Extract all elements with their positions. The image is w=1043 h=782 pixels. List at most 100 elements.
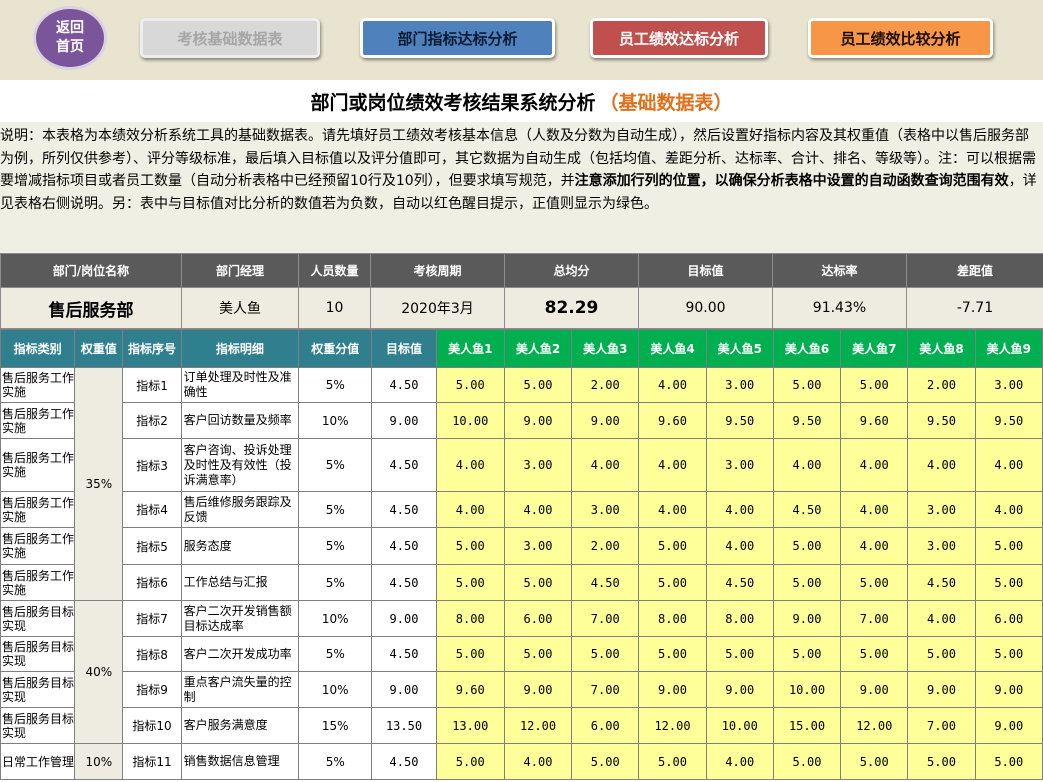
weight-score-cell[interactable]: 5% <box>298 636 373 672</box>
score-cell[interactable]: 4.00 <box>840 491 909 528</box>
score-cell[interactable]: 4.00 <box>974 438 1043 492</box>
target-value-cell[interactable]: 13.50 <box>371 707 437 744</box>
score-cell[interactable]: 4.00 <box>772 438 842 492</box>
category-cell[interactable]: 售后服务工作实施 <box>0 527 76 565</box>
period-cell[interactable]: 2020年3月 <box>370 287 505 329</box>
score-cell[interactable]: 6.00 <box>974 600 1043 637</box>
target-value-cell[interactable]: 9.00 <box>371 600 437 637</box>
weight-score-cell[interactable]: 10% <box>298 402 373 439</box>
score-cell[interactable]: 13.00 <box>435 707 505 744</box>
score-cell[interactable]: 5.00 <box>571 636 640 672</box>
score-cell[interactable]: 5.00 <box>840 564 909 601</box>
target-value-cell[interactable]: 4.50 <box>371 367 437 403</box>
score-cell[interactable]: 9.50 <box>974 402 1043 439</box>
basic-data-button[interactable]: 考核基础数据表 <box>140 18 320 58</box>
score-cell[interactable]: 9.00 <box>503 402 573 439</box>
weight-score-cell[interactable]: 5% <box>298 743 373 780</box>
category-cell[interactable]: 售后服务目标实现 <box>0 671 76 708</box>
manager-cell[interactable]: 美人鱼 <box>181 287 299 329</box>
rate-cell[interactable]: 91.43% <box>772 287 907 329</box>
score-cell[interactable]: 8.00 <box>705 600 774 637</box>
score-cell[interactable]: 4.00 <box>840 438 909 492</box>
score-cell[interactable]: 5.00 <box>907 636 976 672</box>
indicator-index-cell[interactable]: 指标9 <box>122 671 182 708</box>
indicator-index-cell[interactable]: 指标2 <box>122 402 182 439</box>
score-cell[interactable]: 5.00 <box>435 367 505 403</box>
indicator-detail-cell[interactable]: 客户服务满意度 <box>180 707 300 744</box>
indicator-detail-cell[interactable]: 客户回访数量及频率 <box>180 402 300 439</box>
score-cell[interactable]: 3.00 <box>907 491 976 528</box>
score-cell[interactable]: 8.00 <box>435 600 505 637</box>
score-cell[interactable]: 9.00 <box>705 671 774 708</box>
score-cell[interactable]: 4.00 <box>638 367 707 403</box>
score-cell[interactable]: 3.00 <box>503 438 573 492</box>
score-cell[interactable]: 9.00 <box>974 707 1043 744</box>
score-cell[interactable]: 5.00 <box>503 636 573 672</box>
home-button[interactable]: 返回首页 <box>33 6 107 70</box>
score-cell[interactable]: 5.00 <box>772 527 842 565</box>
score-cell[interactable]: 9.00 <box>638 671 707 708</box>
target-value-cell[interactable]: 4.50 <box>371 438 437 492</box>
weight-score-cell[interactable]: 5% <box>298 527 373 565</box>
score-cell[interactable]: 12.00 <box>638 707 707 744</box>
score-cell[interactable]: 10.00 <box>705 707 774 744</box>
score-cell[interactable]: 5.00 <box>503 564 573 601</box>
target-value-cell[interactable]: 4.50 <box>371 527 437 565</box>
score-cell[interactable]: 15.00 <box>772 707 842 744</box>
score-cell[interactable]: 3.00 <box>705 438 774 492</box>
score-cell[interactable]: 4.00 <box>503 743 573 780</box>
weight-score-cell[interactable]: 10% <box>298 600 373 637</box>
score-cell[interactable]: 4.00 <box>638 491 707 528</box>
score-cell[interactable]: 4.50 <box>772 491 842 528</box>
score-cell[interactable]: 5.00 <box>772 636 842 672</box>
indicator-index-cell[interactable]: 指标5 <box>122 527 182 565</box>
weight-score-cell[interactable]: 5% <box>298 367 373 403</box>
score-cell[interactable]: 9.00 <box>571 402 640 439</box>
target-value-cell[interactable]: 9.00 <box>371 402 437 439</box>
score-cell[interactable]: 9.00 <box>907 671 976 708</box>
score-cell[interactable]: 5.00 <box>435 527 505 565</box>
target-value-cell[interactable]: 4.50 <box>371 491 437 528</box>
indicator-index-cell[interactable]: 指标1 <box>122 367 182 403</box>
emp-analysis-button[interactable]: 员工绩效达标分析 <box>590 18 768 58</box>
score-cell[interactable]: 9.00 <box>840 671 909 708</box>
indicator-detail-cell[interactable]: 服务态度 <box>180 527 300 565</box>
score-cell[interactable]: 4.00 <box>907 438 976 492</box>
score-cell[interactable]: 5.00 <box>638 743 707 780</box>
weight-score-cell[interactable]: 5% <box>298 491 373 528</box>
score-cell[interactable]: 4.50 <box>571 564 640 601</box>
category-cell[interactable]: 售后服务目标实现 <box>0 707 76 744</box>
score-cell[interactable]: 7.00 <box>571 671 640 708</box>
score-cell[interactable]: 9.00 <box>772 600 842 637</box>
score-cell[interactable]: 4.50 <box>705 564 774 601</box>
category-cell[interactable]: 售后服务工作实施 <box>0 491 76 528</box>
score-cell[interactable]: 4.00 <box>705 527 774 565</box>
target-cell[interactable]: 90.00 <box>638 287 773 329</box>
indicator-index-cell[interactable]: 指标6 <box>122 564 182 601</box>
indicator-detail-cell[interactable]: 重点客户流失量的控制 <box>180 671 300 708</box>
indicator-index-cell[interactable]: 指标10 <box>122 707 182 744</box>
indicator-index-cell[interactable]: 指标3 <box>122 438 182 492</box>
score-cell[interactable]: 3.00 <box>571 491 640 528</box>
score-cell[interactable]: 9.00 <box>503 671 573 708</box>
score-cell[interactable]: 4.00 <box>907 600 976 637</box>
score-cell[interactable]: 5.00 <box>435 743 505 780</box>
dept-name-cell[interactable]: 售后服务部 <box>0 287 182 329</box>
score-cell[interactable]: 3.00 <box>705 367 774 403</box>
score-cell[interactable]: 8.00 <box>638 600 707 637</box>
score-cell[interactable]: 9.60 <box>435 671 505 708</box>
score-cell[interactable]: 5.00 <box>840 636 909 672</box>
category-cell[interactable]: 售后服务目标实现 <box>0 636 76 672</box>
score-cell[interactable]: 5.00 <box>772 743 842 780</box>
score-cell[interactable]: 4.00 <box>503 491 573 528</box>
score-cell[interactable]: 7.00 <box>571 600 640 637</box>
score-cell[interactable]: 12.00 <box>503 707 573 744</box>
score-cell[interactable]: 4.00 <box>974 491 1043 528</box>
score-cell[interactable]: 5.00 <box>974 564 1043 601</box>
indicator-index-cell[interactable]: 指标11 <box>122 743 182 780</box>
score-cell[interactable]: 5.00 <box>840 743 909 780</box>
indicator-detail-cell[interactable]: 销售数据信息管理 <box>180 743 300 780</box>
score-cell[interactable]: 4.00 <box>571 438 640 492</box>
score-cell[interactable]: 5.00 <box>503 367 573 403</box>
score-cell[interactable]: 5.00 <box>907 743 976 780</box>
